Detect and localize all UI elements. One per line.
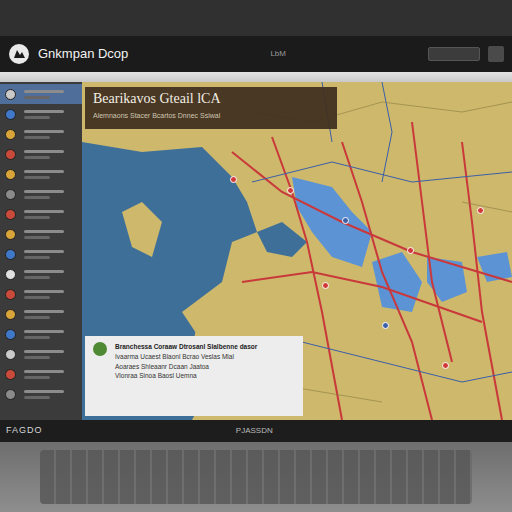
sidebar-item[interactable] [0,84,82,104]
sidebar-item[interactable] [0,364,82,384]
info-line: Branchessa Coraaw Dtrosanl Slalbenne das… [115,342,257,352]
sidebar-item[interactable] [0,344,82,364]
screen-frame [0,0,512,36]
info-line: Vlonraa Sinoa Baosl Uemna [115,371,257,381]
map-title-card: Bearikavos Gteail lCA Alemnaons Stacer B… [85,87,337,129]
sidebar-item[interactable] [0,164,82,184]
sidebar-item[interactable] [0,144,82,164]
info-line: Aoaraes Shleaanr Dcaan Jaatoa [115,362,257,372]
sidebar-item[interactable] [0,244,82,264]
layer-icon [5,269,16,280]
map-pin[interactable] [342,217,349,224]
map-pin[interactable] [407,247,414,254]
sidebar-item[interactable] [0,324,82,344]
layer-icon [5,209,16,220]
layer-icon [5,189,16,200]
brand-label: PJASSDN [236,425,273,437]
menu-button[interactable] [488,46,504,62]
app-title: Gnkmpan Dcop [38,44,128,64]
map-pin[interactable] [477,207,484,214]
header-label: LbM [270,48,286,60]
toolbar-strip [0,72,512,82]
search-field[interactable] [428,47,480,61]
map-pin[interactable] [230,176,237,183]
sidebar-item[interactable] [0,204,82,224]
layer-icon [5,289,16,300]
layer-icon [5,329,16,340]
sidebar-item[interactable] [0,224,82,244]
sidebar-item[interactable] [0,304,82,324]
laptop-bezel: FAGDO PJASSDN [0,420,512,442]
bezel-label: FAGDO [6,424,43,438]
app-header: Gnkmpan Dcop LbM [0,36,512,72]
layer-icon [5,169,16,180]
layer-icon [5,249,16,260]
map-subtitle: Alemnaons Stacer Bcartos Dnnec Ssiwal [93,111,329,122]
keys [40,450,472,504]
sidebar-item[interactable] [0,264,82,284]
layer-icon [5,129,16,140]
sidebar-item[interactable] [0,184,82,204]
sidebar-item[interactable] [0,104,82,124]
place-icon [93,342,107,356]
layer-icon [5,349,16,360]
map-title: Bearikavos Gteail lCA [93,91,329,108]
info-panel: Branchessa Coraaw Dtrosanl Slalbenne das… [85,336,303,416]
sidebar-item[interactable] [0,124,82,144]
layer-icon [5,309,16,320]
layer-icon [5,149,16,160]
map-pin[interactable] [287,187,294,194]
sidebar [0,82,82,420]
keyboard [0,442,512,512]
map-pin[interactable] [442,362,449,369]
info-line: Ivaarma Ucaest Blaonl Bcrao Veslas Mlal [115,352,257,362]
map[interactable]: Bearikavos Gteail lCA Alemnaons Stacer B… [82,82,512,420]
map-pin[interactable] [322,282,329,289]
sidebar-item[interactable] [0,284,82,304]
logo-icon [8,43,30,65]
map-pin[interactable] [382,322,389,329]
layer-icon [5,369,16,380]
layer-icon [5,109,16,120]
layer-icon [5,389,16,400]
sidebar-item[interactable] [0,384,82,404]
layer-icon [5,89,16,100]
layer-icon [5,229,16,240]
